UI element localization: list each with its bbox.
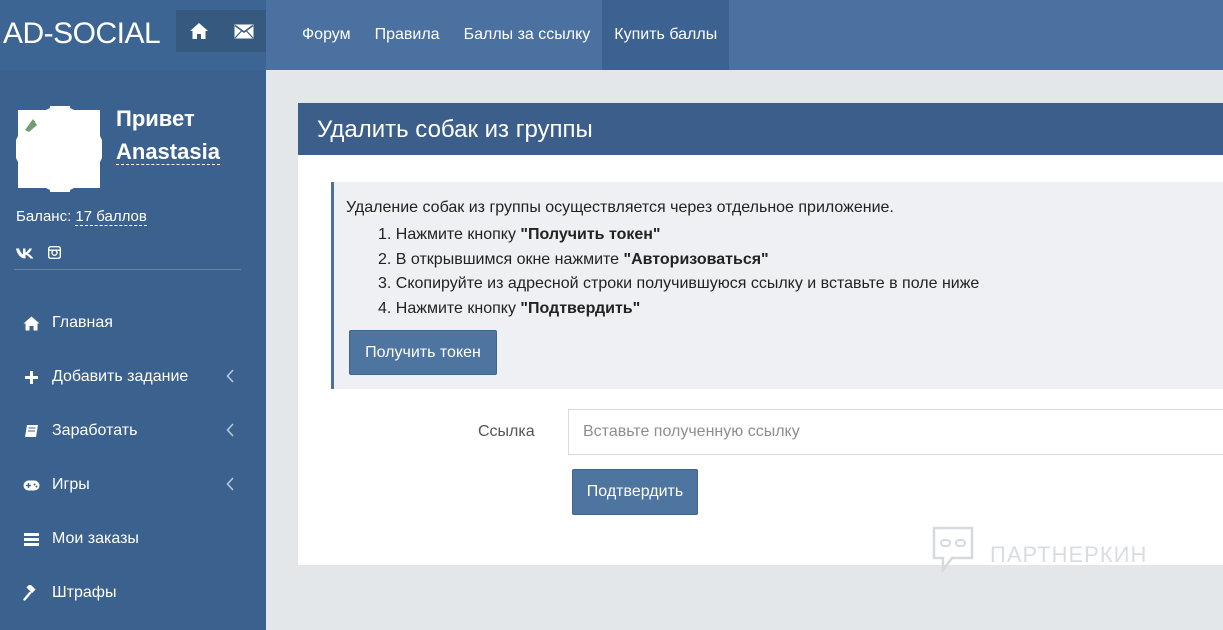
- link-input[interactable]: [568, 409, 1223, 455]
- nav-buy-points[interactable]: Купить баллы: [602, 0, 730, 70]
- sidebar-item-earn[interactable]: Заработать: [0, 404, 266, 458]
- sidebar-item-my-orders[interactable]: Мои заказы: [0, 512, 266, 566]
- step-emphasis: "Получить токен": [520, 226, 661, 243]
- sidebar-item-fines[interactable]: Штрафы: [0, 566, 266, 620]
- chevron-left-icon: [226, 423, 234, 442]
- nav-points-for-link[interactable]: Баллы за ссылку: [452, 0, 603, 70]
- confirm-button[interactable]: Подтвердить: [572, 469, 698, 515]
- sidebar: Привет Anastasia Баланс: 17 баллов Главн…: [0, 70, 266, 630]
- gavel-icon: [22, 584, 40, 602]
- vk-icon[interactable]: [16, 246, 34, 264]
- plus-icon: [22, 368, 40, 386]
- step-emphasis: "Подтвердить": [520, 299, 641, 317]
- sidebar-item-add-task[interactable]: Добавить задание: [0, 350, 266, 404]
- link-label: Ссылка: [478, 423, 535, 440]
- watermark: ПАРТНЕРКИН: [930, 526, 1147, 584]
- avatar[interactable]: [16, 106, 102, 192]
- social-links: [16, 245, 62, 264]
- watermark-text: ПАРТНЕРКИН: [990, 542, 1148, 567]
- sidebar-item-label: Заработать: [52, 422, 138, 439]
- quick-icons: [176, 10, 266, 52]
- instruction-step: 1. Нажмите кнопку "Получить токен": [378, 226, 661, 243]
- step-text: Скопируйте из адресной строки получившую…: [395, 275, 980, 292]
- chevron-left-icon: [226, 477, 234, 496]
- balance-value[interactable]: 17 баллов: [75, 208, 147, 226]
- sidebar-item-home[interactable]: Главная: [0, 296, 266, 350]
- top-bar: AD-SOCIAL Форум Правила Баллы за ссылку …: [0, 0, 1223, 70]
- page-title: Удалить собак из группы: [317, 116, 593, 143]
- get-token-button[interactable]: Получить токен: [349, 330, 497, 375]
- sidebar-item-label: Игры: [52, 476, 90, 493]
- instruction-step: 4. Нажмите кнопку "Подтвердить": [378, 299, 641, 317]
- home-icon: [22, 314, 40, 332]
- user-greeting: Привет Anastasia: [116, 102, 220, 168]
- sidebar-item-games[interactable]: Игры: [0, 458, 266, 512]
- balance: Баланс: 17 баллов: [16, 208, 147, 226]
- step-emphasis: "Авторизоваться": [623, 250, 769, 268]
- step-text: Нажмите кнопку: [395, 299, 521, 317]
- instructions-intro: Удаление собак из группы осуществляется …: [346, 199, 894, 216]
- nav-rules[interactable]: Правила: [363, 0, 452, 70]
- envelope-icon[interactable]: [221, 10, 266, 52]
- sidebar-item-label: Добавить задание: [52, 368, 189, 385]
- nav-forum[interactable]: Форум: [290, 0, 363, 70]
- step-text: Нажмите кнопку: [395, 226, 521, 243]
- instructions-callout: Удаление собак из группы осуществляется …: [331, 182, 1223, 389]
- balance-label: Баланс:: [16, 208, 72, 225]
- main-nav: Форум Правила Баллы за ссылку Купить бал…: [290, 0, 730, 70]
- step-text: В открывшимся окне нажмите: [395, 250, 624, 268]
- sidebar-item-label: Штрафы: [52, 584, 117, 601]
- gamepad-icon: [22, 476, 40, 494]
- book-icon: [22, 422, 40, 440]
- watermark-logo-icon: [930, 526, 976, 584]
- instagram-icon[interactable]: [47, 245, 62, 264]
- user-name-link[interactable]: Anastasia: [116, 139, 220, 165]
- sidebar-item-label: Мои заказы: [52, 530, 139, 547]
- instruction-step: 2. В открывшимся окне нажмите "Авторизов…: [378, 250, 769, 268]
- brand-logo[interactable]: AD-SOCIAL: [3, 17, 161, 51]
- main-panel: Удалить собак из группы Удаление собак и…: [298, 103, 1223, 565]
- home-icon[interactable]: [176, 10, 221, 52]
- sidebar-divider: [14, 269, 241, 270]
- instructions-steps: 1. Нажмите кнопку "Получить токен" 2. В …: [378, 223, 979, 321]
- sidebar-menu: Главная Добавить задание Заработать Игры…: [0, 296, 266, 620]
- panel-header: Удалить собак из группы: [298, 103, 1223, 155]
- instruction-step: 3. Скопируйте из адресной строки получив…: [378, 275, 980, 292]
- list-icon: [22, 530, 40, 548]
- sidebar-item-label: Главная: [52, 314, 113, 331]
- greeting-label: Привет: [116, 106, 195, 131]
- brand-area: AD-SOCIAL: [0, 0, 266, 70]
- chevron-left-icon: [226, 369, 234, 388]
